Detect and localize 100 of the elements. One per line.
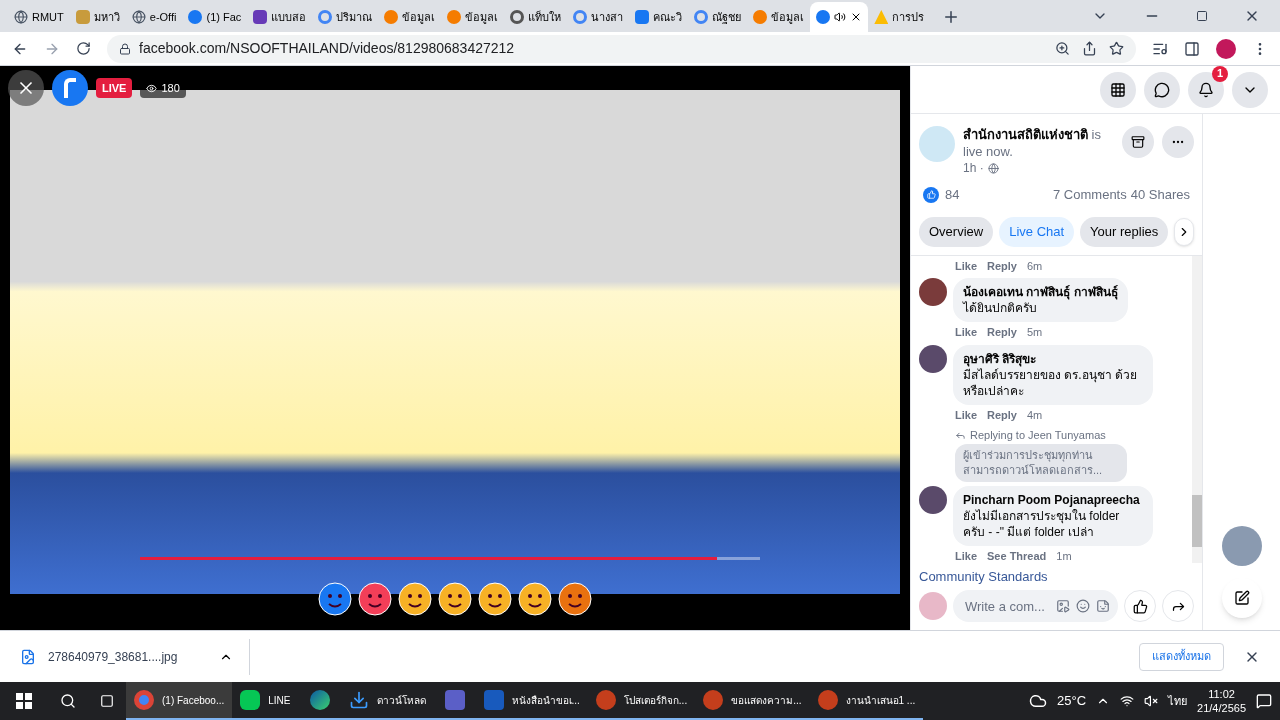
like-reaction-icon[interactable] [318, 582, 352, 616]
post-tab[interactable]: Your replies [1080, 216, 1169, 247]
taskbar-app[interactable]: LINE [232, 682, 299, 720]
comment-action-link[interactable]: See Thread [987, 547, 1047, 564]
scrollbar[interactable] [1192, 255, 1202, 563]
post-tab[interactable]: Overview [919, 216, 994, 247]
new-message-button[interactable] [1221, 578, 1262, 618]
sad-reaction-icon[interactable] [518, 582, 552, 616]
save-button[interactable] [1122, 126, 1154, 158]
chat-app-icon [240, 690, 261, 710]
clock-date[interactable]: 21/4/2565 [1197, 701, 1246, 715]
replying-to-label[interactable]: Replying to Jeen Tunyamas [955, 427, 1184, 444]
scroll-right-button[interactable] [1174, 217, 1194, 246]
taskbar-app[interactable]: โปสเตอร์กิจก... [587, 682, 696, 720]
comment-action-link[interactable]: Like [955, 257, 977, 274]
comment-time: 5m [1027, 325, 1043, 340]
comment-action-link[interactable]: Like [955, 406, 977, 423]
image-file-icon [20, 648, 36, 665]
app-label: (1) Faceboo... [162, 693, 225, 708]
comment-action-link[interactable]: Like [955, 547, 977, 564]
bell-icon [1198, 81, 1214, 98]
close-button[interactable] [8, 70, 44, 106]
comment-count[interactable]: 7 Comments [1053, 185, 1127, 205]
download-item[interactable]: 278640979_38681....jpg [20, 638, 250, 675]
browser-tab[interactable]: นางสา [567, 2, 630, 32]
like-count[interactable]: 84 [945, 185, 960, 205]
language-indicator[interactable]: ไทย [1168, 692, 1188, 710]
wow-reaction-icon[interactable] [478, 582, 512, 616]
share-icon[interactable] [1082, 41, 1097, 56]
emoji-icon[interactable] [1076, 599, 1090, 613]
browser-tab[interactable]: (1) Fac [182, 2, 248, 32]
contact-avatar[interactable] [1221, 526, 1262, 566]
sticker-icon[interactable] [1096, 599, 1110, 613]
gif-icon[interactable] [1056, 599, 1070, 613]
taskbar-app[interactable]: ดาวน์โหลด [340, 682, 434, 720]
post-author-line: สำนักงานสถิติแห่งชาติ is live now. [963, 126, 1102, 160]
messenger-button[interactable] [1144, 71, 1180, 108]
comment-action-link[interactable]: Like [955, 324, 977, 341]
community-standards-link[interactable]: Community Standards [911, 562, 1202, 590]
download-file-name: 278640979_38681....jpg [48, 648, 178, 666]
facebook-logo[interactable] [52, 70, 88, 106]
search-icon[interactable] [60, 693, 76, 709]
comment-action-link[interactable]: Reply [987, 324, 1017, 341]
zoom-icon[interactable] [1055, 41, 1070, 56]
commenter-name[interactable]: อุษาศิริ ลิริสุขะ [963, 350, 1143, 367]
quoted-comment: ผู้เข้าร่วมการประชุมทุกท่าน สามารถดาวน์โหลดเอกสาร... [955, 443, 1127, 482]
commenter-name[interactable]: น้องเคอเทน กาฬสินธุ์ กาฬสินธุ์ [963, 284, 1118, 300]
speaker-icon[interactable] [834, 11, 847, 23]
avatar[interactable] [919, 344, 947, 373]
browser-tab[interactable]: ข้อมูลเ [747, 2, 811, 32]
clock-time[interactable]: 11:02 [1208, 687, 1235, 701]
comment-action-link[interactable]: Reply [987, 257, 1017, 274]
taskbar-app[interactable]: หนังสือนำขอเ... [475, 682, 588, 720]
profile-avatar[interactable] [1216, 38, 1236, 59]
angry-reaction-icon[interactable] [558, 582, 592, 616]
browser-tab[interactable]: RMUT [8, 2, 70, 32]
browser-tab[interactable]: ณัฐชย [688, 2, 748, 32]
video-player[interactable]: LIVE 180 [0, 66, 910, 630]
taskbar-app[interactable]: (1) Faceboo... [126, 682, 233, 720]
comment-action-link[interactable]: Reply [987, 406, 1017, 423]
site-icon [447, 10, 462, 24]
browser-tab[interactable]: ข้อมูลเ [441, 2, 505, 32]
hug-reaction-icon[interactable] [398, 582, 432, 616]
laugh-reaction-icon[interactable] [438, 582, 472, 616]
temperature[interactable]: 25°C [1057, 691, 1087, 711]
browser-tab[interactable]: คณะวิ [629, 2, 689, 32]
share-count[interactable]: 40 Shares [1130, 185, 1190, 205]
browser-tab[interactable] [810, 2, 869, 32]
network-icon[interactable] [1120, 694, 1135, 708]
browser-tab[interactable]: e-Offi [125, 2, 183, 32]
maximize-icon[interactable] [1196, 10, 1208, 22]
show-all-button[interactable]: แสดงทั้งหมด [1139, 642, 1224, 671]
browser-tab[interactable]: การปร [868, 2, 931, 32]
bookmark-star-icon[interactable] [1109, 41, 1124, 56]
muted-speaker-icon[interactable] [1144, 694, 1159, 708]
taskbar-app[interactable]: งานนำเสนอ1 ... [809, 682, 924, 720]
menu-grid-button[interactable] [1100, 71, 1136, 108]
notifications-button[interactable] [1188, 71, 1224, 108]
account-button[interactable] [1232, 71, 1268, 108]
address-bar[interactable]: facebook.com/NSOOFTHAILAND/videos/812980683427212 [107, 34, 1136, 63]
browser-tab[interactable]: ปริมาณ [312, 2, 379, 32]
task-view-icon[interactable] [100, 694, 114, 708]
powerpoint-icon [595, 690, 616, 710]
commenter-name[interactable]: Pincharn Poom Pojanapreecha [963, 491, 1143, 508]
browser-tab[interactable]: มหาวิ [69, 2, 126, 32]
comment-input[interactable]: Write a com... [953, 590, 1118, 622]
eye-icon [146, 82, 158, 94]
avatar[interactable] [919, 278, 947, 306]
heart-reaction-icon[interactable] [358, 582, 392, 616]
side-panel-icon[interactable] [1184, 40, 1200, 57]
live-badge: LIVE [96, 77, 133, 99]
chrome-icon [134, 690, 154, 710]
avatar[interactable] [919, 485, 947, 514]
post-tab[interactable]: Live Chat [999, 216, 1075, 247]
notification-center-icon[interactable] [1256, 693, 1272, 709]
browser-tab[interactable]: แท็บให [504, 2, 568, 32]
reload-icon[interactable] [76, 41, 91, 56]
taskbar-app[interactable]: ขอแสดงความ... [695, 682, 810, 720]
browser-tab[interactable]: ข้อมูลเ [378, 2, 442, 32]
browser-tab[interactable]: แบบสอ [247, 2, 313, 32]
